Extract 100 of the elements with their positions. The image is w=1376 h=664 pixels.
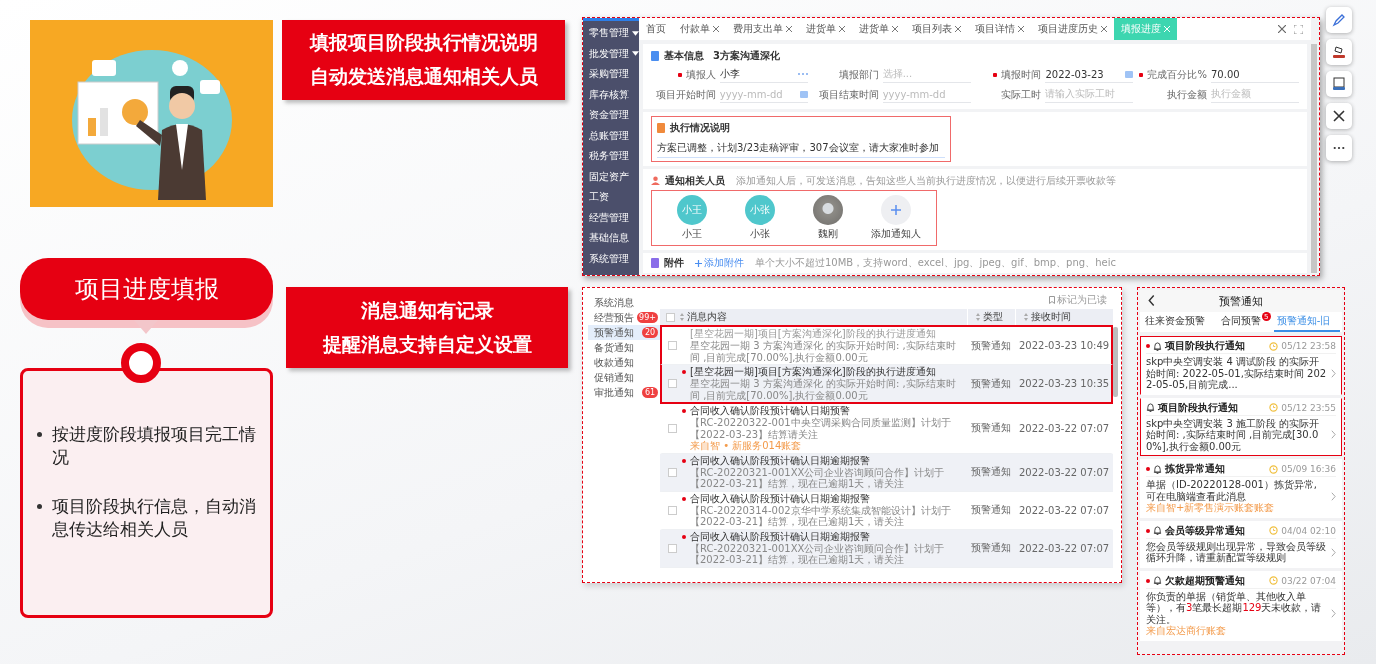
message-body: 星空花园一期 3 方案沟通深化 的实际开始时间: ,实际结束时间 ,目前完成[70.00%],执行金额0.00元 bbox=[689, 340, 957, 363]
notification-card[interactable]: 拣货异常通知 05/09 16:36 单据（ID-20220128-001）拣货异常,可在电脑端查看此消息 来自智+新零售演示账套账套 bbox=[1140, 459, 1342, 518]
checkbox[interactable] bbox=[667, 423, 677, 433]
sidebar-item[interactable]: 经营管理 bbox=[583, 207, 639, 228]
input-field[interactable]: 70.00 bbox=[1211, 66, 1299, 83]
callout-text: 消息通知有记录 bbox=[360, 297, 494, 323]
table-cell-text: 预警通知 bbox=[970, 541, 1012, 555]
bell-icon bbox=[1153, 576, 1162, 585]
bullet-text: 项目阶段执行信息，自动消息传达给相关人员 bbox=[52, 495, 256, 541]
sidebar-item[interactable]: 系统管理 bbox=[583, 248, 639, 269]
notification-card[interactable]: 会员等级异常通知 04/04 02:10 您会员等级规则出现异常，导致会员等级循环升降，请重新配置等级规则 bbox=[1140, 520, 1342, 568]
bullet-text: 按进度阶段填报项目完工情况 bbox=[52, 423, 256, 469]
back-icon[interactable] bbox=[1148, 295, 1155, 306]
field-label: 填报部门 bbox=[838, 67, 879, 82]
notification-card[interactable]: 项目阶段执行通知 05/12 23:58 skp中央空调安装 4 调试阶段 的实际开始时间: 2022-05-01,实际结束时间 2022-05-05,目前完成... bbox=[1140, 336, 1342, 395]
tab[interactable]: 付款单 bbox=[673, 18, 726, 40]
bell-icon bbox=[1153, 526, 1162, 535]
tab[interactable]: 费用支出单 bbox=[726, 18, 799, 40]
column-header[interactable]: 接收时间 bbox=[1015, 309, 1113, 325]
sidebar-item[interactable]: 税务管理 bbox=[583, 146, 639, 167]
sidebar-item[interactable]: 批发管理 bbox=[583, 43, 639, 64]
checkbox[interactable] bbox=[667, 379, 677, 388]
close-icon[interactable] bbox=[1018, 26, 1024, 32]
scrollbar[interactable] bbox=[1113, 327, 1118, 397]
sidebar-item[interactable]: 预警通知 20 bbox=[588, 325, 660, 340]
description-field[interactable]: 方案已调整，计划3/23走稿评审，307会议室，请大家准时参加 bbox=[657, 141, 945, 158]
document-icon bbox=[651, 50, 659, 61]
person-name: 魏刚 bbox=[818, 227, 838, 241]
pen-tool-button[interactable] bbox=[1326, 7, 1352, 33]
tab[interactable]: 进货单 bbox=[799, 18, 852, 40]
checkbox[interactable] bbox=[665, 312, 675, 322]
sidebar-item[interactable]: 工资 bbox=[583, 187, 639, 208]
table-cell-text: 2022-03-23 10:35 bbox=[1018, 378, 1111, 389]
tab[interactable]: 往来资金预警 bbox=[1141, 312, 1215, 332]
sidebar-item[interactable]: 固定资产 bbox=[583, 166, 639, 187]
close-icon[interactable] bbox=[786, 26, 792, 32]
add-attachment-link[interactable]: 添加附件 bbox=[695, 256, 744, 270]
tab[interactable]: 项目进度历史 bbox=[1031, 18, 1114, 40]
sidebar-item[interactable]: 零售管理 bbox=[583, 23, 639, 44]
close-icon[interactable] bbox=[713, 26, 719, 32]
tab[interactable]: 项目列表 bbox=[905, 18, 968, 40]
column-header[interactable]: 消息内容 bbox=[680, 309, 967, 325]
sidebar-item[interactable]: 总账管理 bbox=[583, 125, 639, 146]
notification-time: 05/12 23:58 bbox=[1281, 341, 1336, 351]
close-icon[interactable] bbox=[1278, 25, 1286, 33]
checkbox[interactable] bbox=[667, 543, 677, 553]
screen-tool-button[interactable] bbox=[1326, 71, 1352, 97]
sidebar-item[interactable]: 系统消息 bbox=[588, 295, 660, 310]
fullscreen-icon[interactable] bbox=[1294, 24, 1303, 34]
close-icon[interactable] bbox=[1101, 26, 1107, 32]
notification-card[interactable]: 欠款超期预警通知 03/22 07:04 你负责的单据（销货单、其他收入单等），有3笔最长超期129天未收款，请关注。 来自宏达商行账套 bbox=[1140, 570, 1342, 641]
tab[interactable]: 预警通知-旧 bbox=[1273, 312, 1341, 332]
tab[interactable]: 进货单 bbox=[852, 18, 905, 40]
sidebar-item[interactable]: 审批通知 61 bbox=[588, 385, 660, 400]
avatar-photo-placeholder[interactable] bbox=[813, 195, 843, 225]
callout-text: 填报项目阶段执行情况说明 bbox=[309, 30, 538, 55]
table-cell-text: 2022-03-23 10:49 bbox=[1018, 340, 1111, 351]
field-label: 完成百分比% bbox=[1139, 67, 1207, 82]
checkbox[interactable] bbox=[667, 467, 677, 477]
message-title[interactable]: 合同收入确认阶段预计确认日期逾期报警 bbox=[690, 492, 870, 505]
field-label: 项目结束时间 bbox=[818, 87, 879, 102]
pen-icon bbox=[1332, 13, 1346, 27]
checkbox[interactable] bbox=[667, 505, 677, 515]
plus-icon bbox=[891, 205, 901, 215]
add-person-button[interactable] bbox=[881, 195, 911, 225]
clock-icon bbox=[1269, 526, 1279, 535]
input-field[interactable]: 小李 bbox=[719, 66, 808, 83]
tab[interactable]: 首页 bbox=[639, 18, 673, 40]
calendar-icon[interactable] bbox=[799, 90, 808, 98]
input-field[interactable]: 2022-03-23 bbox=[1045, 66, 1134, 83]
notification-body: skp中央空调安装 4 调试阶段 的实际开始时间: 2022-05-01,实际结束时间 2022-05-05,目前完成... bbox=[1146, 356, 1327, 391]
more-icon bbox=[1333, 146, 1345, 150]
sidebar-item[interactable]: 备货通知 bbox=[588, 340, 660, 355]
more-button[interactable] bbox=[1326, 135, 1352, 161]
tools-button[interactable] bbox=[1326, 103, 1352, 129]
close-icon[interactable] bbox=[892, 26, 898, 32]
message-title[interactable]: 合同收入确认阶段预计确认日期逾期报警 bbox=[690, 530, 870, 543]
person-icon bbox=[651, 176, 660, 185]
sidebar-item[interactable]: 库存核算 bbox=[583, 84, 639, 105]
message-title[interactable]: 合同收入确认阶段预计确认日期逾期报警 bbox=[690, 454, 870, 467]
close-icon[interactable] bbox=[955, 26, 961, 32]
table-cell-text: 2022-03-22 07:07 bbox=[1018, 504, 1111, 516]
sidebar-item[interactable]: 采购管理 bbox=[583, 64, 639, 85]
sidebar-item[interactable]: 收款通知 bbox=[588, 355, 660, 370]
close-icon[interactable] bbox=[839, 26, 845, 32]
tab[interactable]: 项目详情 bbox=[968, 18, 1031, 40]
eraser-tool-button[interactable] bbox=[1326, 39, 1352, 65]
checkbox[interactable] bbox=[667, 341, 677, 350]
scrollbar[interactable] bbox=[1311, 44, 1317, 273]
sidebar-item[interactable]: 经营预告 99+ bbox=[588, 310, 660, 325]
sidebar-item[interactable]: 资金管理 bbox=[583, 105, 639, 126]
sidebar-item[interactable]: 基础信息 bbox=[583, 228, 639, 249]
message-title[interactable]: 合同收入确认阶段预计确认日期预警 bbox=[690, 405, 850, 417]
notification-card[interactable]: 项目阶段执行通知 05/12 23:55 skp中央空调安装 3 施工阶段 的实际开始时间: ,实际结束时间 ,目前完成[30.00%],执行金额0.00元 bbox=[1140, 397, 1342, 456]
message-title[interactable]: [星空花园一期]项目[方案沟通深化]阶段的执行进度通知 bbox=[690, 366, 936, 378]
clock-icon bbox=[1269, 464, 1279, 474]
sidebar-item[interactable]: 促销通知 bbox=[588, 370, 660, 385]
calendar-icon[interactable] bbox=[1125, 70, 1134, 78]
column-header[interactable]: 类型 bbox=[967, 309, 1015, 325]
notification-title: 项目阶段执行通知 bbox=[1165, 339, 1245, 353]
